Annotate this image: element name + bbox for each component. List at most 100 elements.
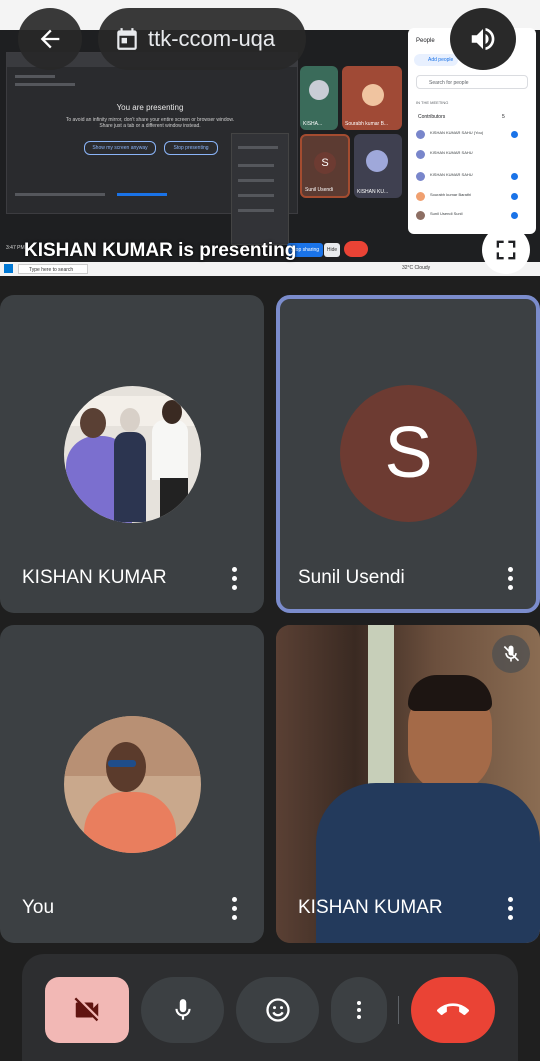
participant-avatar <box>64 716 201 853</box>
meeting-code: ttk-ccom-uqa <box>148 26 276 51</box>
camera-toggle-button[interactable] <box>45 977 129 1043</box>
participant-name: KISHAN KUMAR <box>22 567 167 588</box>
participant-name: KISHAN KUMAR SAHU <box>430 172 473 177</box>
participant-avatar <box>416 130 425 139</box>
participant-tile-self[interactable]: You <box>0 625 264 943</box>
participant-name: Sourabh kumar Barathi <box>430 192 472 197</box>
participant-name: You <box>22 897 55 918</box>
more-options-icon[interactable] <box>506 897 514 923</box>
speaking-indicator <box>511 212 518 219</box>
thumbnail-label: Sunil Usendi <box>305 187 334 193</box>
leave-call-button[interactable] <box>411 977 495 1043</box>
participant-name: Sunil Usendi Sunil <box>430 211 463 216</box>
participant-row[interactable]: KISHAN KUMAR SAHU <box>416 170 528 184</box>
speaking-indicator <box>511 173 518 180</box>
participant-row[interactable]: KISHAN KUMAR SAHU (You) <box>416 128 528 142</box>
participant-tile[interactable]: KISHAN KUMAR <box>0 295 264 613</box>
inner-people-panel <box>231 133 289 245</box>
photo-figure <box>106 742 146 792</box>
photo-figure <box>162 400 182 424</box>
thumbnail-avatar <box>362 84 384 106</box>
placeholder-line <box>238 164 274 167</box>
reactions-button[interactable] <box>236 977 319 1043</box>
controls-divider <box>398 996 399 1024</box>
speaking-indicator <box>511 193 518 200</box>
placeholder-line <box>238 209 274 212</box>
show-screen-anyway-button[interactable]: Show my screen anyway <box>84 141 156 155</box>
mic-off-icon <box>503 645 520 662</box>
thumbnail-label: KISHA... <box>303 121 323 127</box>
windows-start-icon <box>4 264 13 273</box>
inner-end-call-button[interactable] <box>344 241 368 257</box>
participant-row[interactable]: Sourabh kumar Barathi <box>416 190 528 204</box>
placeholder-line <box>238 146 278 149</box>
thumbnail-avatar <box>309 80 329 100</box>
thumbnail-avatar <box>366 150 388 172</box>
add-people-button[interactable]: Add people <box>414 54 458 66</box>
more-options-icon[interactable] <box>506 567 514 593</box>
participant-row[interactable]: Sunil Usendi Sunil <box>416 209 528 223</box>
placeholder-line <box>15 75 55 78</box>
photo-figure <box>84 792 176 853</box>
speaker-icon <box>471 28 495 50</box>
thumbnail-participant[interactable]: KISHAN KU... <box>354 134 402 198</box>
contributors-count: 5 <box>502 114 505 120</box>
photo-figure <box>114 432 146 522</box>
you-are-presenting-subtitle: To avoid an infinity mirror, don't share… <box>65 117 235 129</box>
participant-tile-active[interactable]: S Sunil Usendi <box>276 295 540 613</box>
inner-shared-window <box>6 52 298 245</box>
participant-row[interactable]: KISHAN KUMAR SAHU <box>416 148 528 162</box>
presenting-banner: KISHAN KUMAR is presenting <box>24 240 297 261</box>
emoji-icon <box>265 998 290 1022</box>
clock-text: 3:47 PM <box>6 245 25 251</box>
contributors-label: Contributors <box>418 114 446 120</box>
letter-avatar: S <box>340 385 477 522</box>
photo-figure <box>80 408 106 438</box>
you-are-presenting-title: You are presenting <box>116 103 184 112</box>
fullscreen-button[interactable] <box>482 226 530 274</box>
stop-presenting-button[interactable]: Stop presenting <box>164 141 218 155</box>
taskbar-search-box: Type here to search <box>18 264 88 274</box>
call-end-icon <box>437 1003 469 1016</box>
placeholder-line <box>238 179 274 182</box>
photo-figure <box>120 408 140 432</box>
thumbnail-participant[interactable]: KISHA... <box>300 66 338 130</box>
muted-indicator <box>492 635 530 673</box>
participant-name: KISHAN KUMAR SAHU <box>430 150 473 155</box>
people-panel-title: People <box>416 38 435 44</box>
photo-figure <box>160 478 188 523</box>
more-options-icon[interactable] <box>230 897 238 923</box>
placeholder-line <box>117 193 167 196</box>
taskbar-weather: 32°C Cloudy <box>402 265 431 271</box>
participant-name: Sunil Usendi <box>298 567 405 588</box>
speaking-indicator <box>511 131 518 138</box>
thumbnail-participant[interactable]: S Sunil Usendi <box>300 134 350 198</box>
windows-taskbar: Type here to search 32°C Cloudy <box>0 262 540 276</box>
camera-off-icon <box>74 997 99 1022</box>
participant-name: KISHAN KUMAR <box>298 897 443 918</box>
more-options-button[interactable] <box>331 977 387 1043</box>
thumbnail-label: KISHAN KU... <box>357 189 389 195</box>
placeholder-line <box>15 83 75 86</box>
calendar-icon <box>117 28 137 50</box>
in-meeting-label: IN THE MEETING <box>416 100 449 105</box>
hide-button[interactable]: Hide <box>324 243 340 257</box>
participant-avatar <box>64 386 201 523</box>
arrow-back-icon <box>40 29 60 49</box>
thumbnail-participant[interactable]: Sourabh kumar B... <box>342 66 402 130</box>
participant-name: KISHAN KUMAR SAHU (You) <box>430 130 484 135</box>
back-button[interactable] <box>18 8 82 70</box>
thumbnail-label: Sourabh kumar B... <box>345 121 389 127</box>
more-options-icon[interactable] <box>230 567 238 593</box>
video-person-hair <box>408 675 492 711</box>
participant-avatar <box>416 211 425 220</box>
more-vert-icon <box>357 1001 361 1019</box>
participant-tile-video[interactable]: KISHAN KUMAR <box>276 625 540 943</box>
mic-toggle-button[interactable] <box>141 977 224 1043</box>
participant-avatar <box>416 192 425 201</box>
participant-avatar <box>416 172 425 181</box>
placeholder-line <box>238 194 274 197</box>
speaker-button[interactable] <box>450 8 516 70</box>
photo-figure <box>152 420 188 480</box>
people-search-input[interactable]: Search for people <box>416 75 528 89</box>
